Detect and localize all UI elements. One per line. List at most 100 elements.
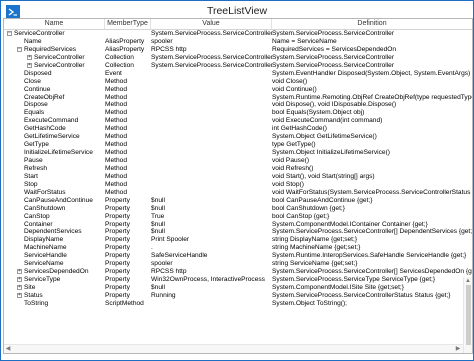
tree-row[interactable]: Equals Method bool Equals(System.Object ob…	[4, 109, 472, 117]
cell-membertype: Property	[105, 276, 130, 284]
cell-membertype: Property	[105, 244, 130, 252]
plus-expander-icon[interactable]: +	[27, 54, 32, 60]
cell-membertype: Method	[105, 164, 127, 172]
cell-definition: void Start(), void Start(string[] args)	[272, 172, 375, 180]
tree-row[interactable]: CanStop Property True bool CanStop {get;}	[4, 213, 472, 221]
scroll-up-arrow-icon[interactable]: ▲	[464, 277, 472, 285]
cell-name: + Site	[4, 284, 105, 292]
tree-row[interactable]: GetType Method type GetType()	[4, 141, 472, 149]
cell-definition: System.ServiceProcess.ServiceController	[272, 61, 395, 69]
node-label: ServiceHandle	[24, 252, 67, 260]
cell-membertype: Method	[105, 77, 127, 85]
column-header-membertype[interactable]: MemberType	[105, 19, 151, 29]
tree-row[interactable]: − ServiceController System.ServiceProcess.…	[4, 30, 472, 38]
cell-definition: void Continue()	[272, 85, 317, 93]
node-label: Start	[24, 172, 38, 180]
cell-definition: System.ServiceProcess.ServiceController	[272, 30, 395, 37]
cell-membertype: Collection	[105, 61, 134, 69]
tree-row[interactable]: Close Method void Close()	[4, 78, 472, 86]
tree-row[interactable]: Disposed Event System.EventHandler Dispose…	[4, 70, 472, 78]
cell-definition: int GetHashCode()	[272, 125, 327, 133]
tree-row[interactable]: GetHashCode Method int GetHashCode()	[4, 125, 472, 133]
vertical-scroll-thumb[interactable]	[466, 285, 471, 345]
cell-membertype: Method	[105, 180, 127, 188]
tree-row[interactable]: + ServiceController Collection System.Servi…	[4, 54, 472, 62]
cell-membertype: Property	[105, 220, 130, 228]
column-header-name[interactable]: Name	[4, 19, 105, 29]
tree-row[interactable]: Start Method void Start(), void Start(stri…	[4, 173, 472, 181]
tree-row[interactable]: + Site Property $null System.ComponentModel.…	[4, 284, 472, 292]
tree-row[interactable]: DependentServices Property $null System.Ser…	[4, 228, 472, 236]
cell-name: Start	[4, 173, 105, 181]
cell-value	[151, 86, 272, 94]
tree-row[interactable]: CreateObjRef Method System.Runtime.Remotin…	[4, 94, 472, 102]
cell-definition: type GetType()	[272, 141, 316, 149]
cell-value	[151, 109, 272, 117]
cell-name: WaitForStatus	[4, 189, 105, 197]
cell-value	[151, 133, 272, 141]
cell-value	[151, 149, 272, 157]
tree-row[interactable]: CanPauseAndContinue Property $null bool Can…	[4, 197, 472, 205]
node-label: Refresh	[24, 164, 48, 172]
tree-row[interactable]: ExecuteCommand Method void ExecuteCommand(…	[4, 117, 472, 125]
column-header-definition[interactable]: Definition	[272, 19, 472, 29]
cell-definition: System.Object ToString();	[272, 299, 347, 307]
plus-expander-icon[interactable]: +	[27, 62, 32, 68]
tree-row[interactable]: Name AliasProperty spooler Name = ServiceNa…	[4, 38, 472, 46]
tree-row[interactable]: + ServiceController Collection System.Servi…	[4, 62, 472, 70]
node-label: ServiceController	[14, 30, 65, 37]
tree-row[interactable]: Dispose Method void Dispose(), void IDispo…	[4, 101, 472, 109]
minus-expander-icon[interactable]: −	[7, 31, 12, 36]
node-label: CanShutdown	[24, 204, 66, 212]
cell-name: − ServiceController	[4, 30, 105, 38]
plus-expander-icon[interactable]: +	[17, 292, 22, 298]
tree-row[interactable]: Continue Method void Continue()	[4, 86, 472, 94]
tree-row[interactable]: CanShutdown Property $null bool CanShutdown…	[4, 205, 472, 213]
cell-definition: void WaitForStatus(System.ServiceProcess…	[272, 188, 472, 196]
tree-row[interactable]: + Status Property Running System.ServiceProc…	[4, 292, 472, 300]
vertical-scrollbar[interactable]: ▲	[463, 277, 472, 353]
node-label: GetHashCode	[24, 125, 66, 133]
column-header-value[interactable]: Value	[151, 19, 272, 29]
tree-row[interactable]: ServiceName Property spooler string Service…	[4, 260, 472, 268]
cell-name: CreateObjRef	[4, 94, 105, 102]
cell-definition: System.ServiceProcess.ServiceControllerS…	[272, 291, 451, 299]
tree-row[interactable]: MachineName Property. string MachineName {…	[4, 244, 472, 252]
tree-row[interactable]: + ServiceType Property Win32OwnProcess, Int…	[4, 276, 472, 284]
tree-row[interactable]: − RequiredServices AliasProperty RPCSS http…	[4, 46, 472, 54]
tree-row[interactable]: + ServicesDependedOn Property RPCSS http Sys…	[4, 268, 472, 276]
cell-definition: string ServiceName {get;set;}	[272, 260, 358, 268]
horizontal-scrollbar[interactable]: ◀ ▶	[4, 344, 463, 353]
node-label: Continue	[24, 85, 51, 93]
plus-expander-icon[interactable]: +	[17, 277, 22, 283]
cell-value	[151, 78, 272, 86]
scroll-left-arrow-icon[interactable]: ◀	[4, 345, 12, 353]
tree-row[interactable]: InitializeLifetimeService Method System.Ob…	[4, 149, 472, 157]
cell-name: CanStop	[4, 213, 105, 221]
tree-row[interactable]: Container Property $null System.ComponentMo…	[4, 221, 472, 229]
cell-value	[151, 165, 272, 173]
cell-value: System.ServiceProcess.ServiceController	[151, 30, 272, 37]
tree-row[interactable]: ServiceHandle Property SafeServiceHandle Sy…	[4, 252, 472, 260]
plus-expander-icon[interactable]: +	[17, 285, 22, 290]
tree-row[interactable]: GetLifetimeService Method System.Object Ge…	[4, 133, 472, 141]
minus-expander-icon[interactable]: −	[17, 46, 22, 52]
cell-definition: System.ComponentModel.ISite Site {get;se…	[272, 284, 404, 291]
tree-list-view[interactable]: Name MemberType Value Definition − Servic…	[3, 18, 473, 354]
tree-row[interactable]: Refresh Method void Refresh()	[4, 165, 472, 173]
cell-name: Dispose	[4, 101, 105, 109]
tree-row[interactable]: DisplayName Property Print Spooler string D…	[4, 236, 472, 244]
tree-row[interactable]: Stop Method void Stop()	[4, 181, 472, 189]
scroll-right-arrow-icon[interactable]: ▶	[454, 345, 462, 353]
cell-value: $null	[151, 220, 165, 228]
tree-row[interactable]: ToString ScriptMethod System.Object ToStri…	[4, 300, 472, 308]
cell-membertype: Method	[105, 141, 127, 149]
cell-name: CanPauseAndContinue	[4, 197, 105, 205]
tree-row[interactable]: Pause Method void Pause()	[4, 157, 472, 165]
node-label: RequiredServices	[24, 45, 77, 53]
cell-value	[151, 94, 272, 102]
plus-expander-icon[interactable]: +	[17, 269, 22, 275]
node-label: ServiceController	[34, 53, 85, 61]
tree-row[interactable]: WaitForStatus Method void WaitForStatus(Sy…	[4, 189, 472, 197]
cell-definition: bool CanStop {get;}	[272, 212, 330, 220]
